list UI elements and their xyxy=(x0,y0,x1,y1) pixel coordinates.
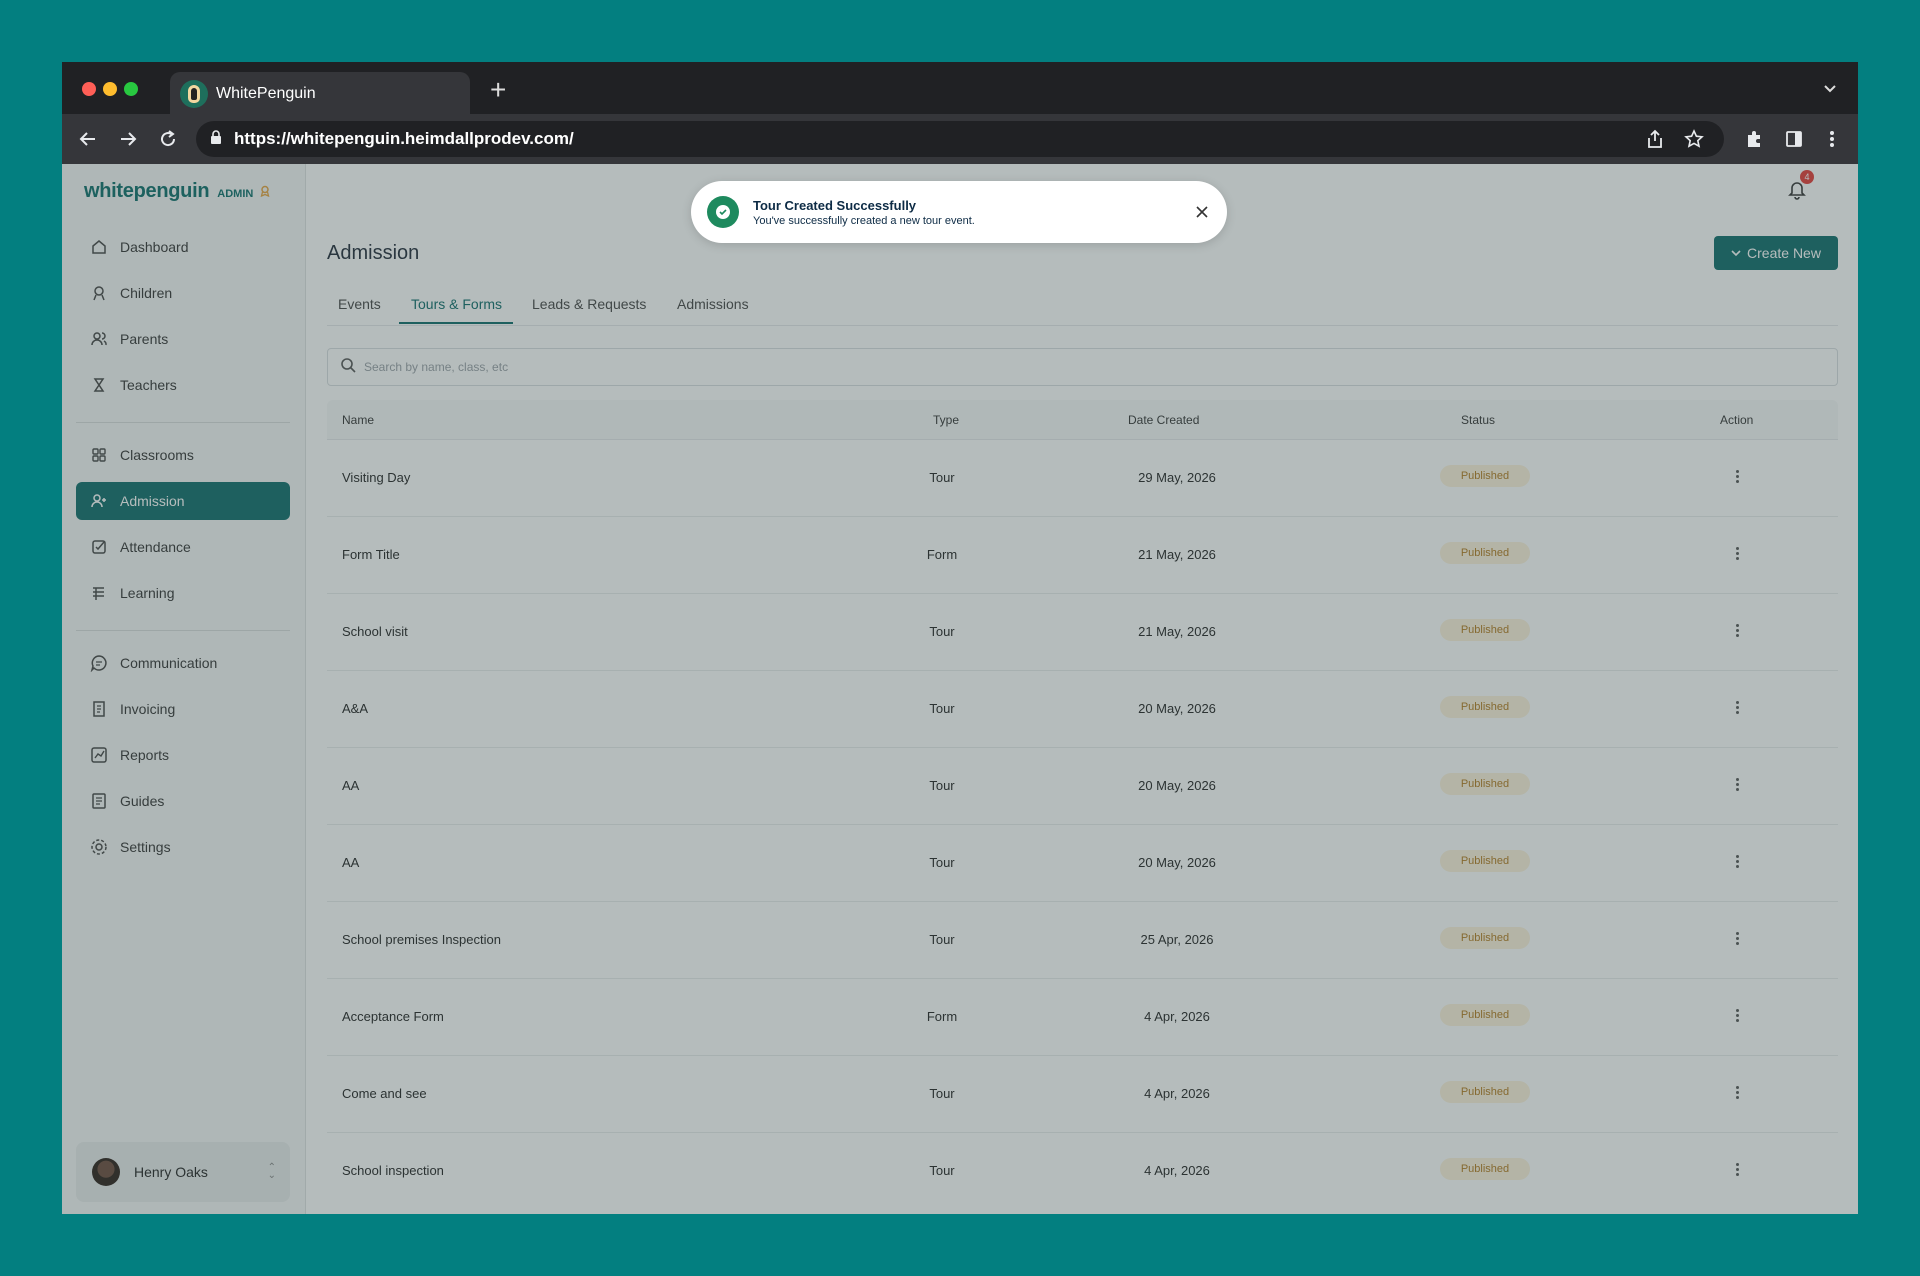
browser-menu-icon[interactable] xyxy=(1820,127,1844,151)
toast-message: You've successfully created a new tour e… xyxy=(753,214,975,227)
browser-tab-bar: WhitePenguin + xyxy=(62,62,1858,116)
reload-icon[interactable] xyxy=(156,127,180,151)
close-icon[interactable] xyxy=(1193,203,1211,221)
side-panel-icon[interactable] xyxy=(1782,127,1806,151)
toast-title: Tour Created Successfully xyxy=(753,197,917,213)
chevron-down-icon[interactable] xyxy=(1822,80,1838,101)
close-window-button[interactable] xyxy=(82,82,96,96)
bookmark-star-icon[interactable] xyxy=(1684,129,1704,154)
new-tab-button[interactable]: + xyxy=(490,76,506,104)
minimize-window-button[interactable] xyxy=(103,82,117,96)
share-icon[interactable] xyxy=(1646,129,1664,154)
url-text: https://whitepenguin.heimdallprodev.com/ xyxy=(234,129,574,148)
extensions-puzzle-icon[interactable] xyxy=(1742,127,1766,151)
modal-backdrop xyxy=(62,164,1858,1214)
forward-arrow-icon[interactable] xyxy=(116,127,140,151)
back-arrow-icon[interactable] xyxy=(76,127,100,151)
address-bar[interactable]: https://whitepenguin.heimdallprodev.com/ xyxy=(196,121,1724,157)
success-toast: Tour Created Successfully You've success… xyxy=(691,181,1227,243)
penguin-favicon-icon xyxy=(180,80,208,108)
lock-icon xyxy=(210,129,222,149)
browser-tab-title: WhitePenguin xyxy=(216,85,316,102)
browser-tab[interactable]: WhitePenguin xyxy=(170,72,470,116)
browser-toolbar: https://whitepenguin.heimdallprodev.com/ xyxy=(62,114,1858,164)
app-viewport: whitepenguin ADMIN Dashboard Children Pa… xyxy=(62,164,1858,1214)
browser-window: WhitePenguin + https://whitepenguin.heim… xyxy=(62,62,1858,1214)
success-check-icon xyxy=(707,196,739,228)
maximize-window-button[interactable] xyxy=(124,82,138,96)
